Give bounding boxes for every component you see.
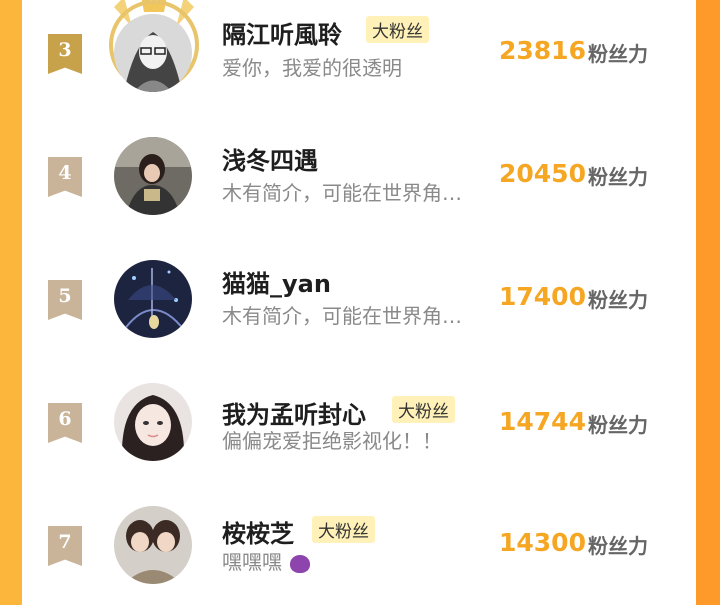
user-bio: 木有简介，可能在世界角… <box>222 181 462 205</box>
rank-ribbon-icon: 4 <box>48 157 82 197</box>
avatar[interactable] <box>114 383 192 461</box>
fan-power-score: 20450 <box>499 159 586 188</box>
devil-emoji-icon <box>290 554 311 573</box>
avatar[interactable] <box>114 14 192 92</box>
user-name[interactable]: 桉桉芝 <box>222 514 294 549</box>
ranking-row-4[interactable]: 4 浅冬四遇 木有简介，可能在世界角… 20450 粉丝力 <box>22 113 696 236</box>
fan-power-unit: 粉丝力 <box>588 534 648 558</box>
user-bio: 嘿嘿嘿 <box>222 546 311 575</box>
rank-ribbon-icon: 3 <box>48 34 82 74</box>
user-name[interactable]: 猫猫_yan <box>222 264 331 299</box>
user-name[interactable]: 隔江听風聆 <box>222 15 342 50</box>
rank-ribbon-icon: 7 <box>48 526 82 566</box>
fan-power-score: 17400 <box>499 282 586 311</box>
fan-power-unit: 粉丝力 <box>588 413 648 437</box>
user-bio: 木有简介，可能在世界角… <box>222 304 462 328</box>
avatar[interactable] <box>114 506 192 584</box>
user-bio-text: 嘿嘿嘿 <box>222 550 282 574</box>
big-fan-badge: 大粉丝 <box>312 516 375 543</box>
avatar[interactable] <box>114 137 192 215</box>
user-bio: 爱你，我爱的很透明 <box>222 56 402 80</box>
fan-power-unit: 粉丝力 <box>588 165 648 189</box>
rank-ribbon-icon: 5 <box>48 280 82 320</box>
user-name[interactable]: 浅冬四遇 <box>222 141 318 176</box>
fan-power-score: 14744 <box>499 407 586 436</box>
ranking-row-6[interactable]: 6 我为孟听封心 大粉丝 偏偏宠爱拒绝影视化！！ 14744 粉丝力 <box>22 359 696 482</box>
fan-ranking-list: 3 隔江听風聆 大粉丝 爱你，我爱的很透明 23816 粉丝力 4 浅冬四遇 木… <box>22 0 696 584</box>
fan-power-score: 23816 <box>499 36 586 65</box>
fan-power-unit: 粉丝力 <box>588 288 648 312</box>
ranking-row-5[interactable]: 5 猫猫_yan 木有简介，可能在世界角… 17400 粉丝力 <box>22 236 696 359</box>
big-fan-badge: 大粉丝 <box>392 396 455 423</box>
fan-power-unit: 粉丝力 <box>588 42 648 66</box>
fan-power-score: 14300 <box>499 528 586 557</box>
avatar[interactable] <box>114 260 192 338</box>
user-bio: 偏偏宠爱拒绝影视化！！ <box>222 429 442 453</box>
rank-ribbon-icon: 6 <box>48 403 82 443</box>
big-fan-badge: 大粉丝 <box>366 16 429 43</box>
ranking-row-3[interactable]: 3 隔江听風聆 大粉丝 爱你，我爱的很透明 23816 粉丝力 <box>22 0 696 113</box>
ranking-row-7[interactable]: 7 桉桉芝 大粉丝 嘿嘿嘿 14300 粉丝力 <box>22 482 696 605</box>
